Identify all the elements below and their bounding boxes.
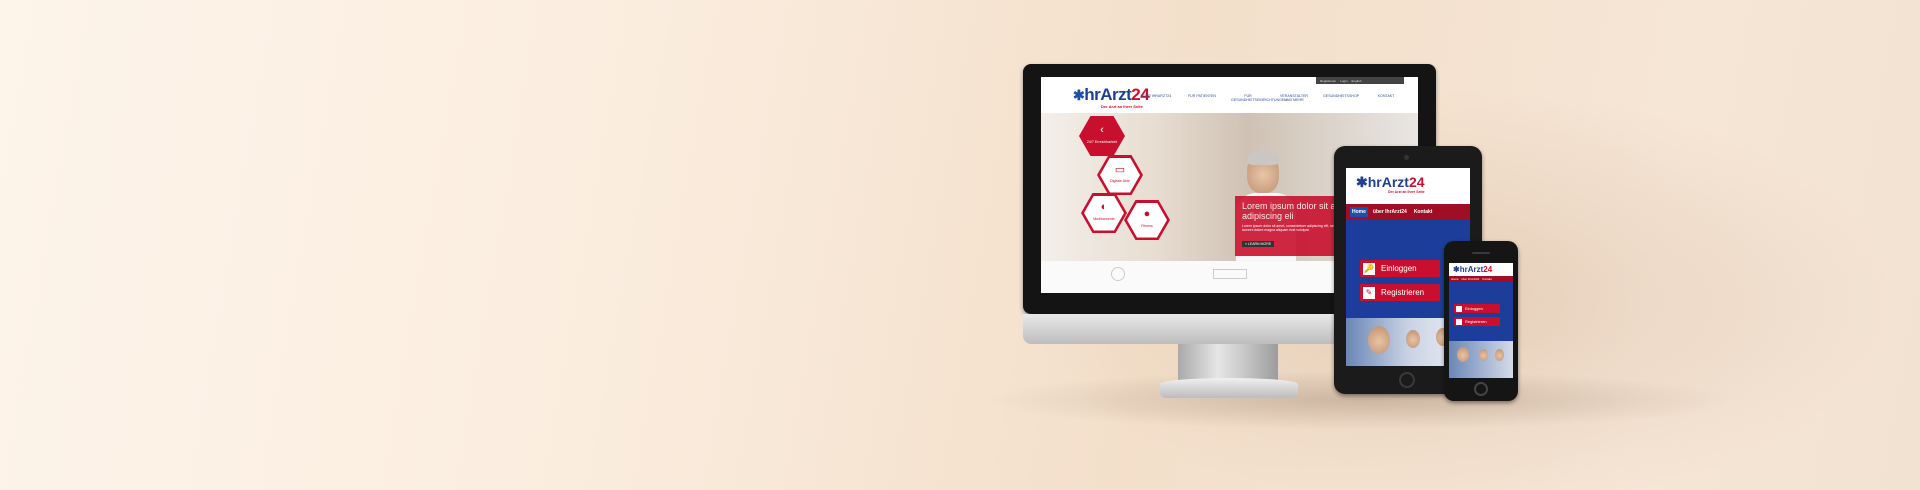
tablet-logo[interactable]: ✱hrArzt24	[1356, 174, 1425, 191]
nav-item-shop[interactable]: GESUNDHEITSSHOP	[1323, 94, 1359, 103]
doctor-face	[1457, 347, 1469, 362]
nav-item-health-facilities[interactable]: FÜR GESUNDHEITSEINRICHTUNGEN	[1231, 94, 1287, 103]
pill-icon: ◐	[1100, 201, 1108, 213]
monitor-stand-neck	[1178, 344, 1278, 380]
phone-logo[interactable]: ✱hrArzt24	[1453, 265, 1492, 274]
register-label: Registrieren	[1465, 319, 1487, 324]
topbar-register-link[interactable]: Registrieren	[1320, 79, 1336, 83]
login-label: Einloggen	[1381, 264, 1417, 273]
doctor-hair	[1247, 151, 1279, 165]
logo-name: hrArzt	[1084, 85, 1132, 104]
doctor-face	[1479, 349, 1488, 361]
desktop-main-nav: ÜBER IHRARZT24 FÜR PATIENTEN FÜR GESUNDH…	[1139, 94, 1403, 103]
topbar-login-link[interactable]: Login	[1340, 79, 1347, 83]
hex-label: Medikamente	[1093, 217, 1115, 221]
tablet-tagline: Der Arzt an Ihrer Seite	[1388, 190, 1425, 194]
phone-login-button[interactable]: Einloggen	[1454, 304, 1500, 313]
tablet-home-button[interactable]	[1399, 372, 1415, 388]
doctor-face	[1406, 330, 1420, 348]
hex-label: 24/7 Erreichbarkeit	[1086, 140, 1118, 144]
chevron-left-icon: ‹	[1100, 124, 1104, 136]
tablet-camera	[1404, 155, 1409, 160]
doctor-face	[1368, 326, 1390, 354]
pager-box-icon[interactable]	[1213, 269, 1247, 279]
pencil-icon	[1456, 318, 1462, 325]
phone-device: ✱hrArzt24 Home über IhrArzt24 Kontakt Ei…	[1444, 241, 1518, 401]
hex-digital-record[interactable]: ▭ Digitale Akte	[1097, 155, 1143, 195]
caduceus-star-icon: ✱	[1453, 265, 1460, 274]
logo-name: hrArzt	[1459, 265, 1484, 274]
pager-circle-icon[interactable]	[1111, 267, 1125, 281]
pencil-icon: ✎	[1363, 286, 1375, 299]
nav-item-contact[interactable]: KONTAKT	[1369, 94, 1403, 103]
hex-label: Fitness	[1141, 224, 1153, 228]
nav-item-patients[interactable]: FÜR PATIENTEN	[1185, 94, 1219, 103]
desktop-topbar: Registrieren Login English	[1316, 77, 1404, 84]
hex-label: Digitale Akte	[1110, 179, 1130, 183]
login-label: Einloggen	[1465, 306, 1483, 311]
tablet-nav-contact[interactable]: Kontakt	[1412, 207, 1435, 217]
nav-item-events[interactable]: VERANSTALTER UND MEHR	[1277, 94, 1311, 103]
monitor-icon: ▭	[1114, 164, 1126, 176]
phone-home-button[interactable]	[1474, 382, 1488, 396]
key-icon	[1456, 305, 1462, 312]
apple-icon: ●	[1143, 208, 1151, 220]
tablet-nav-home[interactable]: Home	[1350, 207, 1368, 217]
nav-item-about[interactable]: ÜBER IHRARZT24	[1139, 94, 1173, 103]
tablet-register-button[interactable]: ✎ Registrieren	[1360, 284, 1440, 301]
logo-number: 24	[1483, 265, 1493, 274]
logo-name: hrArzt	[1367, 174, 1409, 190]
logo-number: 24	[1408, 174, 1425, 190]
desktop-logo[interactable]: ✱hrArzt24	[1073, 85, 1150, 105]
doctor-face	[1495, 349, 1504, 361]
learn-more-button[interactable]: » LEARN MORE	[1242, 241, 1275, 247]
phone-speaker	[1472, 252, 1490, 254]
phone-website-screen: ✱hrArzt24 Home über IhrArzt24 Kontakt Ei…	[1449, 263, 1513, 378]
phone-register-button[interactable]: Registrieren	[1454, 317, 1500, 326]
tablet-nav-about[interactable]: über IhrArzt24	[1371, 207, 1409, 217]
key-icon: 🔑	[1363, 262, 1375, 275]
monitor-stand-foot	[1160, 378, 1298, 398]
tablet-nav: Home über IhrArzt24 Kontakt	[1346, 204, 1470, 220]
tablet-login-button[interactable]: 🔑 Einloggen	[1360, 260, 1440, 277]
logo-tagline: Der Arzt an Ihrer Seite	[1101, 104, 1143, 109]
hex-availability[interactable]: ‹ 24/7 Erreichbarkeit	[1079, 116, 1125, 156]
hex-fitness[interactable]: ● Fitness	[1124, 200, 1170, 240]
register-label: Registrieren	[1381, 288, 1425, 297]
hex-medication[interactable]: ◐ Medikamente	[1081, 193, 1127, 233]
phone-doctors-photo	[1449, 341, 1513, 378]
caduceus-star-icon: ✱	[1073, 87, 1085, 103]
topbar-language-link[interactable]: English	[1352, 79, 1362, 83]
caduceus-star-icon: ✱	[1356, 174, 1368, 190]
